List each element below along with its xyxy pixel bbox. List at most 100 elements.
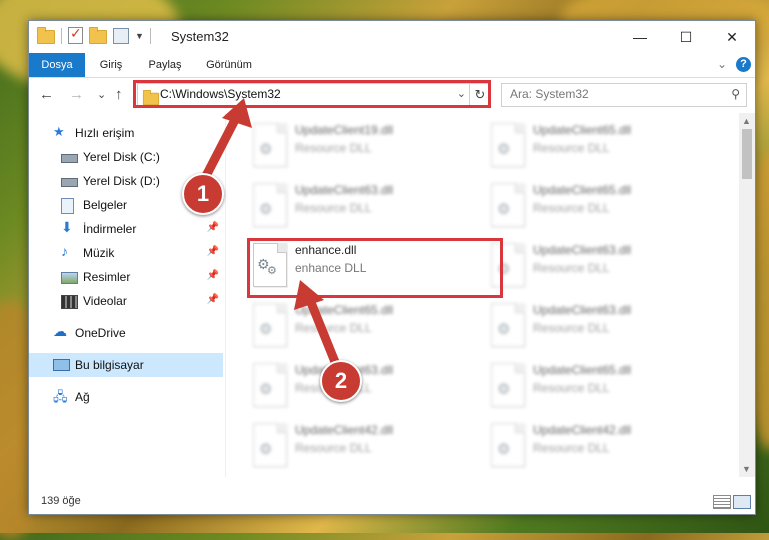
file-item[interactable]: ⚙ UpdateClient63.dll Resource DLL bbox=[477, 237, 697, 293]
file-explorer-window: ▼ System32 — ☐ ✕ Dosya Giriş Paylaş Görü… bbox=[28, 20, 756, 515]
star-icon: ★ bbox=[53, 124, 65, 139]
pin-icon[interactable]: 📌 bbox=[207, 294, 219, 305]
drive-icon bbox=[61, 178, 78, 187]
expand-ribbon-icon[interactable]: ⌄ bbox=[717, 57, 727, 71]
file-item[interactable]: ⚙ UpdateClient19.dll Resource DLL bbox=[239, 117, 459, 173]
close-icon: ✕ bbox=[726, 28, 738, 45]
file-name: UpdateClient63.dll bbox=[533, 243, 632, 257]
navigation-bar: ← → ⌄ ↑ C:\Windows\System32 ⌄ ↻ Ara: Sys… bbox=[29, 78, 755, 112]
file-description: Resource DLL bbox=[295, 201, 372, 215]
file-item[interactable]: ⚙ UpdateClient65.dll Resource DLL bbox=[477, 357, 697, 413]
close-button[interactable]: ✕ bbox=[709, 21, 755, 53]
file-name: UpdateClient63.dll bbox=[533, 303, 632, 317]
sidebar-item-label: Resimler bbox=[83, 270, 131, 284]
pin-icon[interactable]: 📌 bbox=[207, 222, 219, 233]
sidebar-item-label: Müzik bbox=[83, 246, 115, 260]
file-item[interactable]: ⚙ UpdateClient42.dll Resource DLL bbox=[239, 417, 459, 473]
tab-dosya[interactable]: Dosya bbox=[29, 53, 85, 77]
file-highlight-box bbox=[247, 238, 503, 298]
recent-locations-button[interactable]: ⌄ bbox=[97, 88, 106, 101]
file-description: Resource DLL bbox=[533, 261, 610, 275]
file-name: UpdateClient65.dll bbox=[533, 363, 632, 377]
sidebar-item-downloads[interactable]: ⬇ İndirmeler 📌 bbox=[29, 217, 223, 241]
maximize-button[interactable]: ☐ bbox=[663, 21, 709, 53]
sidebar-item-onedrive[interactable]: ☁ OneDrive bbox=[29, 321, 223, 345]
file-list: ⚙ UpdateClient19.dll Resource DLL ⚙ Upda… bbox=[229, 113, 739, 477]
divider bbox=[61, 27, 62, 44]
sidebar-item-music[interactable]: ♪ Müzik 📌 bbox=[29, 241, 223, 265]
file-item[interactable]: ⚙ UpdateClient65.dll Resource DLL bbox=[477, 177, 697, 233]
file-item[interactable]: ⚙ UpdateClient65.dll Resource DLL bbox=[477, 117, 697, 173]
item-count: 139 öğe bbox=[41, 495, 81, 507]
vertical-scrollbar[interactable]: ▲ ▼ bbox=[739, 113, 755, 477]
title-bar: ▼ System32 — ☐ ✕ bbox=[29, 21, 755, 53]
sidebar-item-quick-access[interactable]: ★ Hızlı erişim bbox=[29, 121, 223, 145]
gear-icon: ⚙ bbox=[259, 141, 273, 158]
file-item[interactable]: ⚙ UpdateClient42.dll Resource DLL bbox=[477, 417, 697, 473]
navigation-pane: ★ Hızlı erişim Yerel Disk (C:) Yerel Dis… bbox=[29, 113, 225, 477]
gear-icon: ⚙ bbox=[259, 381, 273, 398]
file-description: Resource DLL bbox=[295, 141, 372, 155]
sidebar-item-label: Bu bilgisayar bbox=[75, 358, 144, 372]
tab-paylas[interactable]: Paylaş bbox=[139, 53, 191, 77]
gear-icon: ⚙ bbox=[259, 321, 273, 338]
file-item[interactable]: ⚙ UpdateClient65.dll Resource DLL bbox=[239, 297, 459, 353]
sidebar-item-pictures[interactable]: Resimler 📌 bbox=[29, 265, 223, 289]
sidebar-item-videos[interactable]: Videolar 📌 bbox=[29, 289, 223, 313]
step-2-badge: 2 bbox=[320, 360, 362, 402]
properties-check-icon[interactable] bbox=[68, 25, 83, 44]
sidebar-item-label: Yerel Disk (D:) bbox=[83, 174, 160, 188]
file-description: Resource DLL bbox=[533, 321, 610, 335]
search-box[interactable]: Ara: System32 ⚲ bbox=[501, 83, 747, 107]
new-folder-icon[interactable] bbox=[89, 27, 107, 44]
sidebar-item-label: OneDrive bbox=[75, 326, 126, 340]
tab-giris[interactable]: Giriş bbox=[87, 53, 135, 77]
sidebar-item-label: Hızlı erişim bbox=[75, 126, 135, 140]
large-icons-view-icon[interactable] bbox=[733, 495, 751, 509]
computer-icon bbox=[53, 359, 70, 371]
pin-icon[interactable]: 📌 bbox=[207, 270, 219, 281]
view-options-icon[interactable] bbox=[113, 27, 129, 44]
file-item[interactable]: ⚙ UpdateClient63.dll Resource DLL bbox=[477, 297, 697, 353]
minimize-button[interactable]: — bbox=[617, 21, 663, 53]
file-name: UpdateClient42.dll bbox=[533, 423, 632, 437]
pin-icon[interactable]: 📌 bbox=[207, 246, 219, 257]
dll-file-icon: ⚙ bbox=[491, 423, 525, 467]
forward-button[interactable]: → bbox=[69, 86, 84, 103]
file-description: Resource DLL bbox=[295, 321, 372, 335]
scrollbar-thumb[interactable] bbox=[742, 129, 752, 179]
download-icon: ⬇ bbox=[61, 219, 73, 235]
details-view-icon[interactable] bbox=[713, 495, 731, 509]
tab-gorunum[interactable]: Görünüm bbox=[197, 53, 261, 77]
dll-file-icon: ⚙ bbox=[253, 183, 287, 227]
file-description: Resource DLL bbox=[533, 381, 610, 395]
back-button[interactable]: ← bbox=[39, 86, 54, 103]
up-button[interactable]: ↑ bbox=[115, 86, 123, 103]
pane-splitter[interactable] bbox=[225, 113, 226, 477]
dll-file-icon: ⚙ bbox=[253, 303, 287, 347]
sidebar-item-label: Belgeler bbox=[83, 198, 128, 212]
file-name: UpdateClient65.dll bbox=[295, 303, 394, 317]
divider bbox=[149, 27, 151, 44]
scroll-down-icon[interactable]: ▼ bbox=[742, 464, 751, 474]
gear-icon: ⚙ bbox=[497, 441, 511, 458]
help-icon[interactable]: ? bbox=[736, 57, 751, 72]
file-description: Resource DLL bbox=[533, 141, 610, 155]
customize-toolbar-icon[interactable]: ▼ bbox=[135, 31, 144, 41]
search-icon[interactable]: ⚲ bbox=[731, 87, 740, 101]
sidebar-item-this-pc[interactable]: Bu bilgisayar bbox=[29, 353, 223, 377]
file-name: UpdateClient63.dll bbox=[295, 183, 394, 197]
scroll-up-icon[interactable]: ▲ bbox=[742, 116, 751, 126]
folder-icon bbox=[37, 27, 55, 44]
sidebar-item-local-disk-c[interactable]: Yerel Disk (C:) bbox=[29, 145, 223, 169]
minimize-icon: — bbox=[633, 29, 647, 45]
sidebar-item-network[interactable]: 🖧 Ağ bbox=[29, 385, 223, 409]
search-placeholder[interactable]: Ara: System32 bbox=[510, 87, 589, 101]
gear-icon: ⚙ bbox=[497, 321, 511, 338]
file-name: UpdateClient65.dll bbox=[533, 183, 632, 197]
file-name: UpdateClient19.dll bbox=[295, 123, 394, 137]
step-1-badge: 1 bbox=[182, 173, 224, 215]
maximize-icon: ☐ bbox=[679, 28, 693, 45]
quick-access-toolbar: ▼ bbox=[37, 25, 151, 44]
file-item[interactable]: ⚙ UpdateClient63.dll Resource DLL bbox=[239, 177, 459, 233]
